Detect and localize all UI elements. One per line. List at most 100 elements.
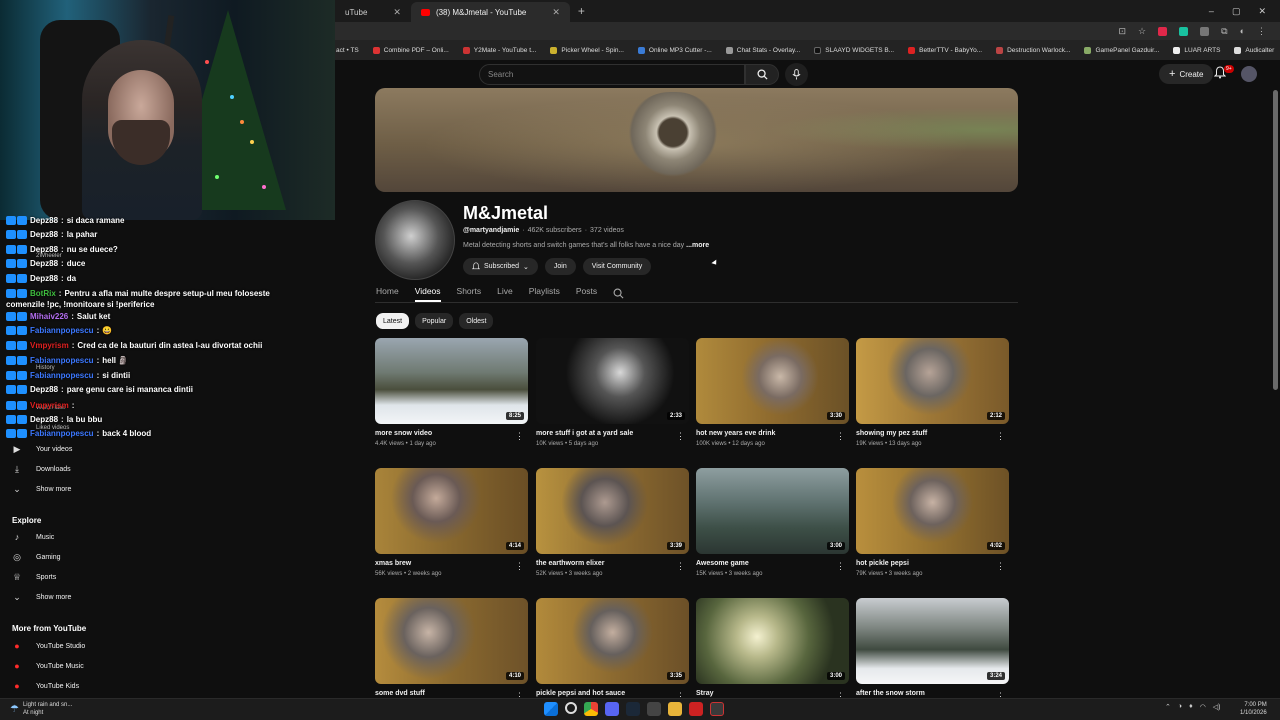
search-icon[interactable] xyxy=(565,702,577,714)
video-title[interactable]: some dvd stuff xyxy=(375,690,528,697)
browser-tab-active[interactable]: (38) M&Jmetal - YouTube ✕ xyxy=(410,2,570,22)
bookmark-item[interactable]: SLAAYD WIDGETS B... xyxy=(814,46,894,54)
chat-username[interactable]: Depz88 xyxy=(30,259,58,268)
video-card[interactable]: 3:30 hot new years eve drink 100K views … xyxy=(696,338,849,447)
chat-username[interactable]: Vmpyrism xyxy=(30,401,69,410)
video-card[interactable]: 3:00 Stray ⋮ xyxy=(696,598,849,701)
close-window-icon[interactable]: ✕ xyxy=(1258,6,1266,17)
join-button[interactable]: Join xyxy=(544,258,576,275)
shield-app-icon[interactable] xyxy=(689,702,703,716)
video-title[interactable]: the earthworm elixer xyxy=(536,560,689,567)
bookmark-item[interactable]: Online MP3 Cutter -... xyxy=(637,46,712,54)
steam-icon[interactable] xyxy=(626,702,640,716)
more-options-icon[interactable]: ⋮ xyxy=(515,431,524,442)
video-thumbnail[interactable]: 3:00 xyxy=(696,598,849,684)
video-thumbnail[interactable]: 3:00 xyxy=(696,468,849,554)
video-thumbnail[interactable]: 4:14 xyxy=(375,468,528,554)
video-card[interactable]: 3:35 pickle pepsi and hot sauce ⋮ xyxy=(536,598,689,701)
bookmark-item[interactable]: Audicalter xyxy=(1234,46,1274,54)
chat-username[interactable]: Fabiannpopescu xyxy=(30,356,94,365)
bookmark-item[interactable]: Destruction Warlock... xyxy=(996,46,1070,54)
video-card[interactable]: 3:24 after the snow storm ⋮ xyxy=(856,598,1009,701)
chat-username[interactable]: Mihaiv226 xyxy=(30,312,68,321)
tray-app-icon[interactable]: ◑ xyxy=(1178,703,1182,711)
search-button[interactable] xyxy=(745,64,779,85)
more-options-icon[interactable]: ⋮ xyxy=(836,561,845,572)
video-thumbnail[interactable]: 8:25 xyxy=(375,338,528,424)
video-card[interactable]: 3:39 the earthworm elixer 52K views • 3 … xyxy=(536,468,689,577)
video-title[interactable]: showing my pez stuff xyxy=(856,430,1009,437)
chat-username[interactable]: Fabiannpopescu xyxy=(30,326,94,335)
chat-username[interactable]: Depz88 xyxy=(30,415,58,424)
folder-icon[interactable] xyxy=(668,702,682,716)
page-scrollbar[interactable] xyxy=(1273,90,1278,390)
tray-chevron-icon[interactable]: ⌃ xyxy=(1165,703,1171,711)
bookmark-item[interactable]: Picker Wheel - Spin... xyxy=(550,46,624,54)
chip-oldest[interactable]: Oldest xyxy=(459,313,494,329)
chat-username[interactable]: Fabiannpopescu xyxy=(30,371,94,380)
browser-tab[interactable]: uTube ✕ xyxy=(335,2,411,22)
description-more-link[interactable]: ...more xyxy=(686,242,709,249)
more-options-icon[interactable]: ⋮ xyxy=(676,561,685,572)
app-icon[interactable] xyxy=(647,702,661,716)
weather-widget[interactable]: ☂ Light rain and sn... At night xyxy=(10,701,72,717)
video-thumbnail[interactable]: 2:33 xyxy=(536,338,689,424)
video-card[interactable]: 8:25 more snow video 4.4K views • 1 day … xyxy=(375,338,528,447)
chrome-icon[interactable] xyxy=(584,702,598,716)
sidebar-show-more[interactable]: ⌄ Show more xyxy=(12,589,71,605)
bookmark-item[interactable]: GamePanel Gazduir... xyxy=(1084,46,1159,54)
menu-dots-icon[interactable]: ⋮ xyxy=(1257,26,1266,37)
video-title[interactable]: Awesome game xyxy=(696,560,849,567)
chat-username[interactable]: Vmpyrism xyxy=(30,341,69,350)
tray-mic-icon[interactable]: ♦ xyxy=(1189,703,1193,711)
channel-avatar[interactable] xyxy=(375,200,455,280)
video-thumbnail[interactable]: 2:12 xyxy=(856,338,1009,424)
bookmark-item[interactable]: BetterTTV - BabyYo... xyxy=(908,46,982,54)
tab-videos[interactable]: Videos xyxy=(414,286,441,302)
sidebar-item-sports[interactable]: ♕ Sports xyxy=(12,569,56,585)
video-title[interactable]: xmas brew xyxy=(375,560,528,567)
volume-icon[interactable]: ◁) xyxy=(1213,703,1221,711)
visit-community-button[interactable]: Visit Community xyxy=(582,258,652,275)
streaming-app-icon[interactable] xyxy=(710,702,724,716)
sidebar-show-more[interactable]: ⌄ Show more xyxy=(12,481,71,497)
video-thumbnail[interactable]: 3:30 xyxy=(696,338,849,424)
more-options-icon[interactable]: ⋮ xyxy=(515,561,524,572)
search-input[interactable]: Search xyxy=(479,64,745,85)
extensions-puzzle-icon[interactable]: ⧉ xyxy=(1221,26,1227,37)
chat-username[interactable]: Depz88 xyxy=(30,385,58,394)
chat-username[interactable]: Fabiannpopescu xyxy=(30,429,94,438)
tab-home[interactable]: Home xyxy=(376,286,399,302)
channel-search-icon[interactable] xyxy=(613,288,624,299)
video-title[interactable]: hot pickle pepsi xyxy=(856,560,1009,567)
chat-username[interactable]: Depz88 xyxy=(30,230,58,239)
extension-icon[interactable] xyxy=(1158,26,1168,36)
tab-shorts[interactable]: Shorts xyxy=(457,286,482,302)
wifi-icon[interactable]: ◠ xyxy=(1200,703,1206,711)
create-button[interactable]: + Create xyxy=(1159,64,1214,84)
extension-icon[interactable] xyxy=(1200,26,1210,36)
bookmark-item[interactable]: Y2Mate - YouTube t... xyxy=(462,46,536,54)
video-card[interactable]: 2:12 showing my pez stuff 19K views • 13… xyxy=(856,338,1009,447)
voice-search-button[interactable] xyxy=(785,63,808,86)
minimize-icon[interactable]: – xyxy=(1209,6,1214,17)
chip-popular[interactable]: Popular xyxy=(415,313,454,329)
sidebar-item-gaming[interactable]: ◎ Gaming xyxy=(12,549,60,565)
maximize-icon[interactable]: ▢ xyxy=(1232,6,1241,17)
video-card[interactable]: 4:02 hot pickle pepsi 79K views • 3 week… xyxy=(856,468,1009,577)
sidebar-item-youtube-kids[interactable]: ● YouTube Kids xyxy=(12,678,79,694)
subscribed-button[interactable]: Subscribed ⌄ xyxy=(463,258,538,275)
video-thumbnail[interactable]: 4:10 xyxy=(375,598,528,684)
extension-icon[interactable] xyxy=(1179,26,1189,36)
video-thumbnail[interactable]: 3:39 xyxy=(536,468,689,554)
bookmark-item[interactable]: LUAR ARTS xyxy=(1173,46,1220,54)
tab-playlists[interactable]: Playlists xyxy=(529,286,560,302)
bookmark-item[interactable]: act • TS xyxy=(336,47,359,54)
video-thumbnail[interactable]: 3:35 xyxy=(536,598,689,684)
new-tab-icon[interactable]: + xyxy=(570,4,593,18)
bookmark-item[interactable]: Combine PDF – Onli... xyxy=(372,46,449,54)
sidebar-item-youtube-music[interactable]: ● YouTube Music xyxy=(12,658,83,674)
video-title[interactable]: pickle pepsi and hot sauce xyxy=(536,690,689,697)
video-title[interactable]: more stuff i got at a yard sale xyxy=(536,430,689,437)
chat-username[interactable]: Depz88 xyxy=(30,245,58,254)
